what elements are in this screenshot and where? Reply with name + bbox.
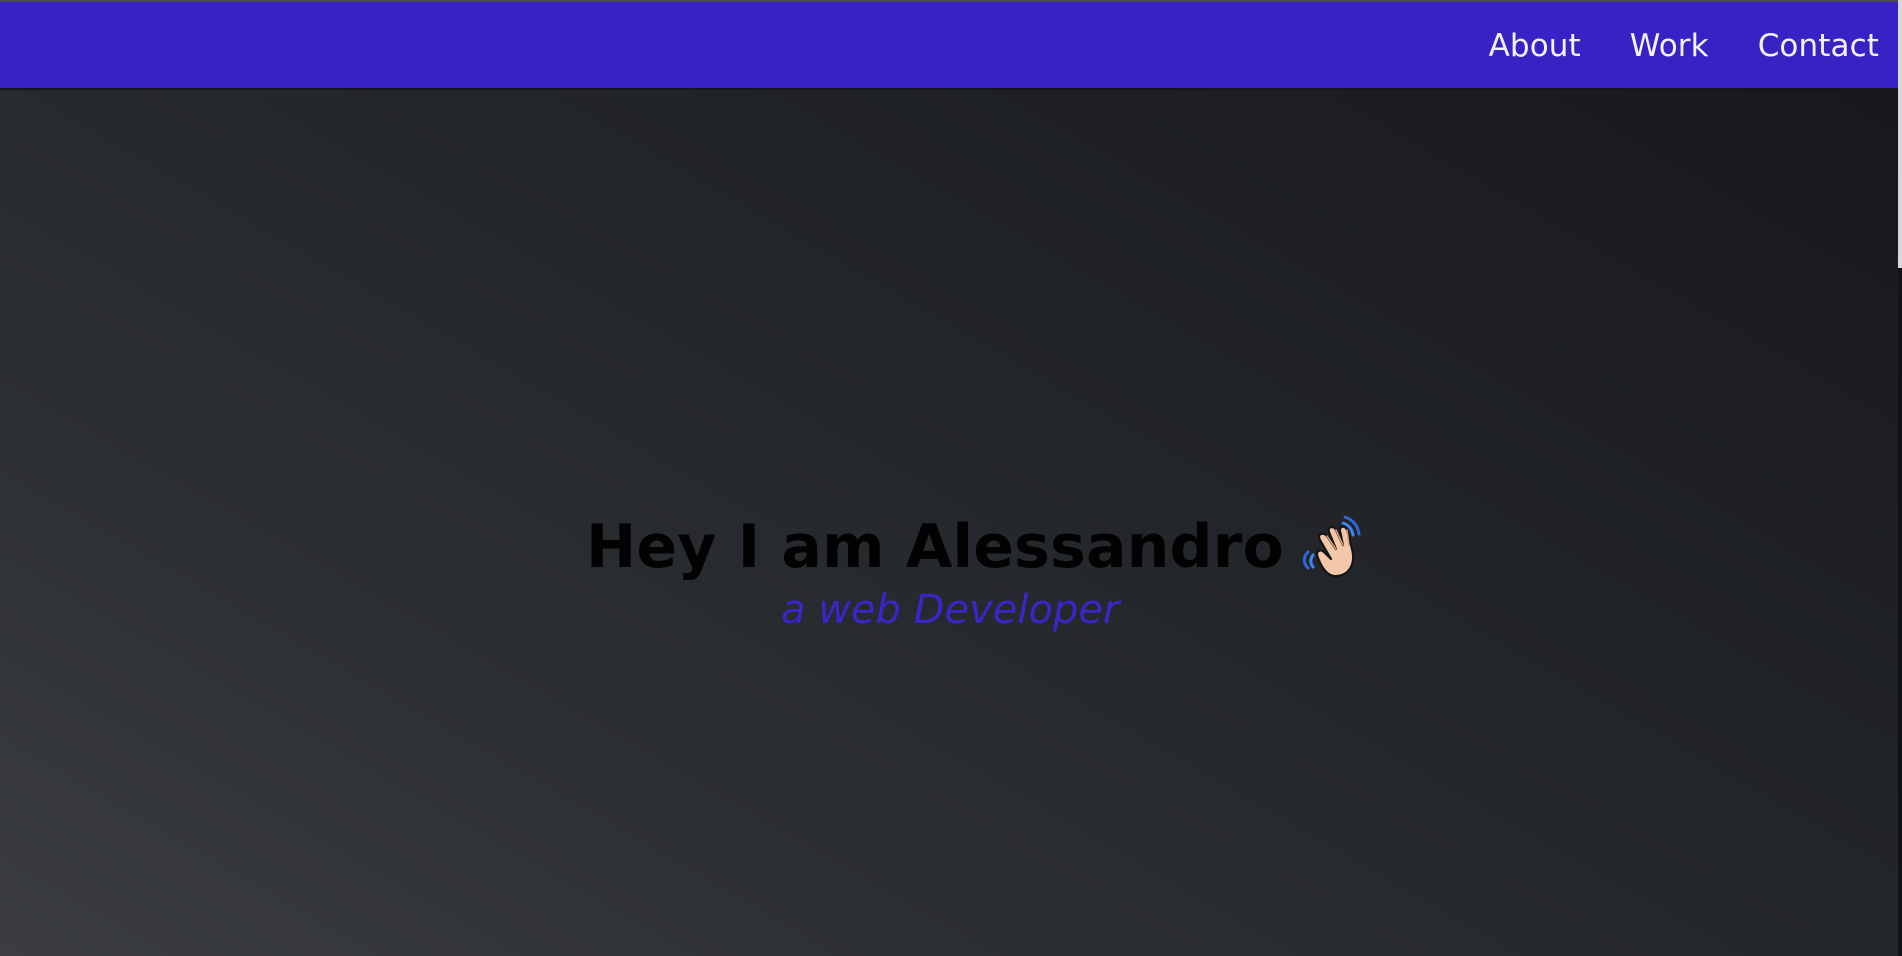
nav-link-work[interactable]: Work xyxy=(1630,30,1709,62)
nav-link-contact[interactable]: Contact xyxy=(1758,30,1879,62)
hero-heading: Hey I am Alessandro xyxy=(586,512,1361,582)
portfolio-page: About Work Contact Hey I am Alessandro a… xyxy=(0,0,1902,956)
hero-section: Hey I am Alessandro a web Developer xyxy=(0,90,1898,956)
top-navbar: About Work Contact xyxy=(0,2,1898,90)
primary-navigation: About Work Contact xyxy=(1489,2,1879,90)
scrollbar-thumb[interactable] xyxy=(1898,0,1902,268)
nav-link-about[interactable]: About xyxy=(1489,30,1581,62)
waving-hand-icon xyxy=(1302,515,1361,578)
vertical-scrollbar[interactable] xyxy=(1898,0,1902,956)
hero-title: Hey I am Alessandro xyxy=(586,512,1284,582)
hero-subtitle: a web Developer xyxy=(781,587,1120,633)
